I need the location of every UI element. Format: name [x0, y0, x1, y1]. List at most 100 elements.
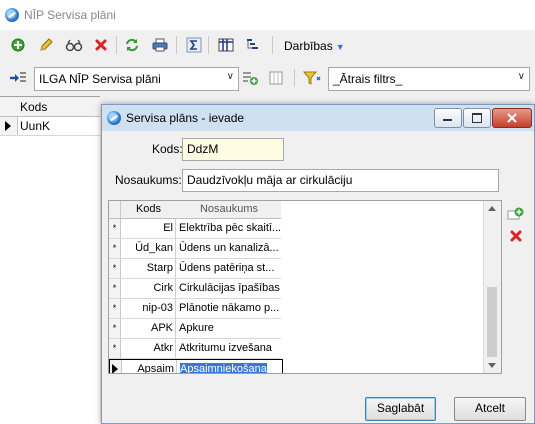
table-row[interactable]: * Cirk Cirkulācijas īpašības — [109, 279, 281, 299]
delete-row-button[interactable] — [506, 226, 526, 246]
printer-icon — [152, 38, 168, 52]
table-row[interactable]: UunK — [0, 117, 100, 136]
pencil-icon — [40, 38, 53, 51]
actions-menu[interactable]: Darbības ▼ — [284, 39, 345, 53]
row-indicator: * — [109, 239, 121, 258]
cancel-button[interactable]: Atcelt — [454, 397, 526, 421]
column-header-kods[interactable]: Kods — [20, 100, 47, 114]
close-button[interactable] — [492, 108, 532, 128]
plans-grid: Kods UunK — [0, 96, 100, 424]
table-cell-nosaukums[interactable]: Ūdens patēriņa st... — [177, 259, 281, 278]
current-row-arrow-icon — [5, 121, 11, 131]
table-row[interactable]: * APK Apkure — [109, 319, 281, 339]
minimize-button[interactable] — [434, 108, 462, 128]
table-cell-nosaukums-editing[interactable]: Apsaimniekošana — [178, 360, 282, 373]
toolbar: Darbības ▼ — [0, 30, 535, 60]
edit-record-button[interactable] — [36, 35, 56, 55]
app-logo-icon — [107, 111, 121, 125]
column-header-kods[interactable]: Kods — [121, 203, 176, 215]
table-row[interactable]: * nip-03 Plānotie nākamo p... — [109, 299, 281, 319]
table-row[interactable]: * El Elektrība pēc skaitī... — [109, 219, 281, 239]
select-source-button[interactable] — [8, 68, 28, 88]
nosaukums-field[interactable]: Daudzīvokļu māja ar cirkulāciju — [182, 169, 499, 192]
delete-record-button[interactable] — [91, 35, 111, 55]
table-cell-kods[interactable]: nip-03 — [121, 299, 176, 318]
plan-grid-button[interactable] — [266, 68, 286, 88]
list-arrow-icon — [10, 72, 26, 82]
scroll-up-icon[interactable] — [488, 206, 496, 211]
filter-button[interactable] — [302, 68, 322, 88]
add-record-button[interactable] — [8, 35, 28, 55]
row-indicator: * — [109, 219, 121, 238]
row-indicator — [110, 360, 122, 373]
chevron-down-icon: ∨ — [226, 71, 234, 82]
plans-grid-header: Kods — [0, 97, 100, 117]
delete-x-icon — [95, 39, 107, 51]
filter-bar: ILGA NĪP Servisa plāni ∨ _Ātrais filtrs_… — [0, 63, 535, 93]
table-cell-kods[interactable]: Ūd_kan — [121, 239, 176, 258]
column-header-nosaukums[interactable]: Nosaukums — [177, 203, 281, 215]
table-cell-kods[interactable]: Cirk — [121, 279, 176, 298]
table-cell-kods[interactable]: El — [121, 219, 176, 238]
toolbar-separator — [208, 36, 209, 54]
table-cell-kods[interactable]: APK — [121, 319, 176, 338]
row-indicator: * — [109, 339, 121, 358]
table-row[interactable]: * Atkr Atkritumu izvešana — [109, 339, 281, 359]
table-cell-nosaukums[interactable]: Apkure — [177, 319, 281, 338]
maximize-button[interactable] — [463, 108, 491, 128]
current-row-arrow-icon — [112, 364, 118, 373]
scrollbar-thumb[interactable] — [487, 287, 497, 357]
save-button[interactable]: Saglabāt — [365, 397, 436, 421]
header-corner — [109, 201, 121, 218]
columns-icon — [218, 38, 234, 52]
add-row-button[interactable] — [506, 204, 526, 224]
kods-label: Kods: — [152, 142, 183, 156]
row-indicator — [0, 117, 18, 135]
add-icon — [11, 38, 25, 52]
services-grid-scrollbar[interactable] — [483, 201, 501, 373]
plan-select[interactable]: ILGA NĪP Servisa plāni ∨ — [34, 67, 239, 91]
quick-filter-value: _Ātrais filtrs_ — [333, 72, 403, 86]
table-cell-nosaukums[interactable]: Elektrība pēc skaitī... — [177, 219, 281, 238]
close-icon — [507, 113, 517, 123]
row-indicator: * — [109, 259, 121, 278]
filter-separator — [294, 69, 295, 87]
table-cell-nosaukums[interactable]: Atkritumu izvešana — [177, 339, 281, 358]
totals-button[interactable] — [184, 35, 204, 55]
grid-icon — [269, 71, 283, 85]
quick-filter-select[interactable]: _Ātrais filtrs_ ∨ — [328, 67, 530, 91]
table-row[interactable]: * Starp Ūdens patēriņa st... — [109, 259, 281, 279]
print-button[interactable] — [150, 35, 170, 55]
nosaukums-field-value: Daudzīvokļu māja ar cirkulāciju — [187, 173, 353, 187]
view-record-button[interactable] — [64, 35, 84, 55]
table-cell-kods[interactable]: Starp — [121, 259, 176, 278]
services-grid-header: Kods Nosaukums — [109, 201, 281, 219]
dialog-title-bar: Servisa plāns - ievade — [102, 105, 534, 131]
refresh-button[interactable] — [122, 35, 142, 55]
tree-view-button[interactable] — [242, 35, 262, 55]
glasses-icon — [65, 39, 83, 52]
sigma-icon — [186, 37, 202, 53]
delete-x-icon — [510, 230, 522, 242]
table-cell-nosaukums[interactable]: Cirkulācijas īpašības — [177, 279, 281, 298]
table-cell-nosaukums[interactable]: Ūdens un kanalizā... — [177, 239, 281, 258]
table-row[interactable]: * Ūd_kan Ūdens un kanalizā... — [109, 239, 281, 259]
row-indicator: * — [109, 319, 121, 338]
tree-icon — [247, 39, 258, 49]
table-cell-nosaukums[interactable]: Plānotie nākamo p... — [177, 299, 281, 318]
table-cell-kods[interactable]: Apsaim — [122, 360, 177, 373]
plan-select-value: ILGA NĪP Servisa plāni — [39, 72, 161, 86]
kods-field[interactable]: DdzM — [182, 138, 284, 161]
add-list-icon — [243, 72, 258, 85]
row-indicator: * — [109, 279, 121, 298]
table-cell-kods[interactable]: Atkr — [121, 339, 176, 358]
service-plan-dialog: Servisa plāns - ievade Kods: DdzM Nosauk… — [101, 104, 535, 424]
columns-button[interactable] — [216, 35, 236, 55]
main-title-bar: NĪP Servisa plāni — [0, 0, 535, 30]
scroll-down-icon[interactable] — [488, 363, 496, 368]
add-plan-button[interactable] — [240, 68, 260, 88]
kods-field-value: DdzM — [187, 142, 219, 156]
dialog-title: Servisa plāns - ievade — [126, 111, 245, 125]
table-row-active[interactable]: Apsaim Apsaimniekošana — [109, 359, 283, 373]
row-indicator: * — [109, 299, 121, 318]
